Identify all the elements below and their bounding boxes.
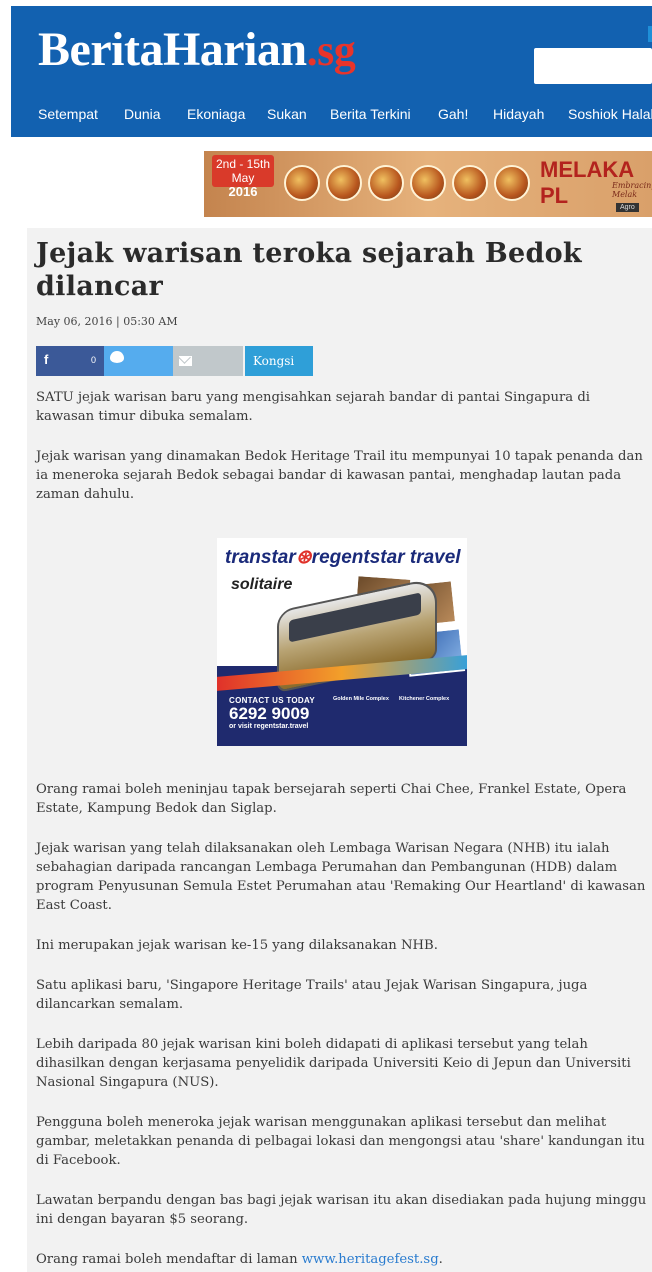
last-paragraph-end: . bbox=[438, 1252, 443, 1267]
email-icon bbox=[179, 356, 192, 366]
banner-date-badge: 2nd - 15th May 2016 bbox=[212, 155, 274, 199]
article-paragraph: Jejak warisan yang dinamakan Bedok Herit… bbox=[36, 449, 643, 502]
food-dish-icon bbox=[368, 165, 404, 201]
nav-item-ekoniaga[interactable]: Ekoniaga bbox=[187, 106, 245, 122]
last-paragraph-text: Orang ramai boleh mendaftar di laman bbox=[36, 1252, 302, 1267]
ad-address-kitchener: Kitchener Complex bbox=[399, 696, 459, 703]
ad-contact-block: CONTACT US TODAY 6292 9009 or visit rege… bbox=[229, 696, 315, 730]
article-paragraph-last: Orang ramai boleh mendaftar di laman www… bbox=[36, 1250, 648, 1269]
article-paragraph: SATU jejak warisan baru yang mengisahkan… bbox=[36, 390, 591, 424]
logo-suffix: .sg bbox=[306, 26, 356, 75]
site-logo[interactable]: BeritaHarian.sg bbox=[38, 20, 356, 81]
nav-item-setempat[interactable]: Setempat bbox=[38, 106, 98, 122]
top-banner-ad[interactable]: 2nd - 15th May 2016 MELAKA PL Embracing … bbox=[204, 151, 652, 217]
ad-address-title: Kitchener Complex bbox=[399, 696, 450, 702]
food-dish-icon bbox=[326, 165, 362, 201]
article-paragraph: Jejak warisan yang telah dilaksanakan ol… bbox=[36, 841, 646, 913]
ad-brand-regentstar: regentstar travel bbox=[311, 547, 461, 568]
ad-brand-transtar: transtar bbox=[225, 547, 296, 568]
email-share-button[interactable] bbox=[173, 346, 243, 376]
kongsi-label: Kongsi bbox=[253, 354, 295, 368]
search-input[interactable] bbox=[534, 48, 652, 84]
ad-website: or visit regentstar.travel bbox=[229, 723, 309, 730]
facebook-share-button[interactable]: f 0 bbox=[36, 346, 104, 376]
banner-year: 2016 bbox=[228, 184, 258, 199]
twitter-icon bbox=[110, 351, 124, 363]
logo-text: BeritaHarian bbox=[38, 23, 307, 76]
banner-date-range: 2nd - 15th May bbox=[215, 157, 271, 185]
nav-item-berita-terkini[interactable]: Berita Terkini bbox=[330, 106, 411, 122]
article-paragraph: Lawatan berpandu dengan bas bagi jejak w… bbox=[36, 1193, 647, 1227]
food-dish-icon bbox=[410, 165, 446, 201]
ad-brand-logo-icon: ⊛ bbox=[295, 547, 312, 568]
facebook-icon: f bbox=[44, 352, 49, 367]
article-date: May 06, 2016 | 05:30 AM bbox=[36, 315, 178, 328]
twitter-share-button[interactable] bbox=[104, 346, 173, 376]
article-paragraph: Pengguna boleh meneroka jejak warisan me… bbox=[36, 1115, 645, 1168]
article-paragraph: Satu aplikasi baru, 'Singapore Heritage … bbox=[36, 978, 588, 1012]
nav-item-dunia[interactable]: Dunia bbox=[124, 106, 161, 122]
travel-ad-image[interactable]: transtar⊛regentstar travel solitaire CON… bbox=[217, 538, 467, 746]
ad-phone-number: 6292 9009 bbox=[229, 704, 310, 723]
main-nav: Setempat Dunia Ekoniaga Sukan Berita Ter… bbox=[11, 106, 652, 126]
food-dish-icon bbox=[494, 165, 530, 201]
nav-item-soshiok-halal[interactable]: Soshiok Halal bbox=[568, 106, 652, 122]
ad-address-golden-mile: Golden Mile Complex bbox=[333, 696, 393, 703]
banner-tag: Agro bbox=[616, 203, 639, 212]
food-dish-icon bbox=[452, 165, 488, 201]
nav-item-sukan[interactable]: Sukan bbox=[267, 106, 307, 122]
article-paragraph: Ini merupakan jejak warisan ke-15 yang d… bbox=[36, 938, 438, 953]
article-panel: Jejak warisan teroka sejarah Bedok dilan… bbox=[27, 228, 652, 1272]
facebook-share-count: 0 bbox=[90, 355, 96, 365]
heritagefest-link[interactable]: www.heritagefest.sg bbox=[302, 1252, 439, 1267]
search-button[interactable] bbox=[648, 26, 652, 42]
nav-item-gah[interactable]: Gah! bbox=[438, 106, 468, 122]
ad-solitaire-text: solitaire bbox=[231, 576, 293, 593]
article-title: Jejak warisan teroka sejarah Bedok dilan… bbox=[36, 238, 582, 302]
site-header: BeritaHarian.sg Setempat Dunia Ekoniaga … bbox=[11, 6, 652, 137]
nav-item-hidayah[interactable]: Hidayah bbox=[493, 106, 544, 122]
article-paragraph: Orang ramai boleh meninjau tapak berseja… bbox=[36, 782, 627, 816]
ad-address-title: Golden Mile Complex bbox=[333, 696, 389, 702]
kongsi-share-button[interactable]: Kongsi bbox=[245, 346, 313, 376]
ad-brand: transtar⊛regentstar travel bbox=[225, 546, 461, 569]
food-dish-icon bbox=[284, 165, 320, 201]
article-paragraph: Lebih daripada 80 jejak warisan kini bol… bbox=[36, 1037, 631, 1090]
banner-subtitle: Embracing Melak bbox=[612, 181, 652, 199]
